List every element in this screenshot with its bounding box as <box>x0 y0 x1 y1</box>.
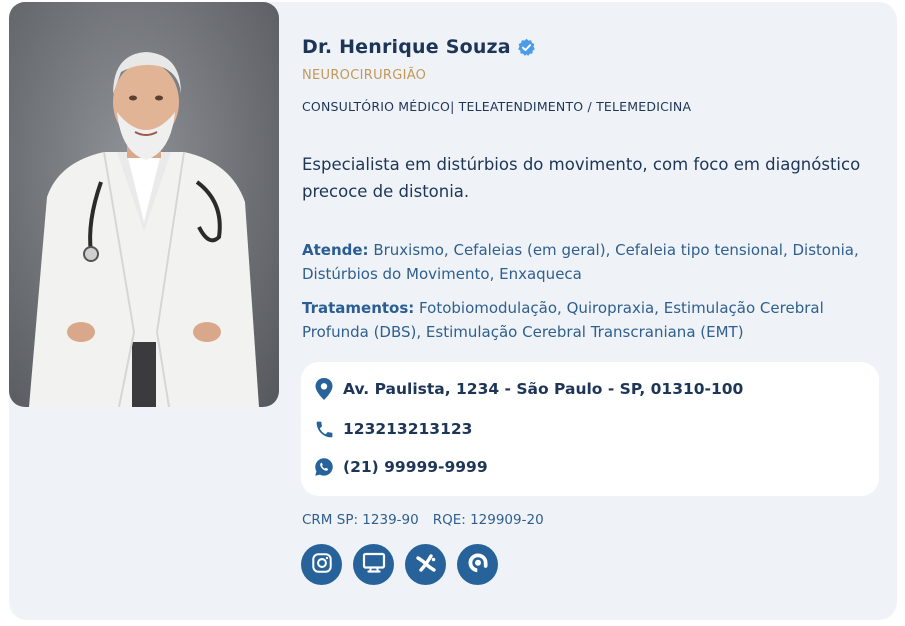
treatments: Tratamentos: Fotobiomodulação, Quiroprax… <box>302 296 862 344</box>
doctor-name: Dr. Henrique Souza <box>302 36 511 58</box>
atende-label: Atende: <box>302 241 369 259</box>
phone-row[interactable]: 123213213123 <box>313 418 472 440</box>
verified-badge-icon <box>517 38 536 57</box>
social-links <box>301 544 509 585</box>
website-icon <box>362 552 386 578</box>
doctor-bio: Especialista em distúrbios do movimento,… <box>302 155 861 201</box>
phone-text: 123213213123 <box>343 420 473 438</box>
instagram-icon <box>311 552 333 578</box>
doctor-photo <box>9 2 279 407</box>
name-row: Dr. Henrique Souza <box>302 36 536 58</box>
location-pin-icon <box>313 378 335 400</box>
crm-number: CRM SP: 1239-90 <box>302 512 419 528</box>
registration-info: CRM SP: 1239-90 RQE: 129909-20 <box>302 512 544 528</box>
service-types: CONSULTÓRIO MÉDICO| TELEATENDIMENTO / TE… <box>302 99 692 114</box>
doctor-specialty: NEUROCIRURGIÃO <box>302 68 427 83</box>
whatsapp-text: (21) 99999-9999 <box>343 458 488 476</box>
contact-box: Av. Paulista, 1234 - São Paulo - SP, 013… <box>301 362 879 496</box>
profile-logo-icon <box>466 551 490 579</box>
address-text: Av. Paulista, 1234 - São Paulo - SP, 013… <box>343 380 744 398</box>
whatsapp-row[interactable]: (21) 99999-9999 <box>313 456 488 478</box>
rqe-number: RQE: 129909-20 <box>432 512 544 528</box>
whatsapp-icon <box>313 456 335 478</box>
doctoralia-button[interactable] <box>405 544 446 585</box>
atende-text: Bruxismo, Cefaleias (em geral), Cefaleia… <box>302 241 859 283</box>
profile-logo-button[interactable] <box>457 544 498 585</box>
website-button[interactable] <box>353 544 394 585</box>
address-row[interactable]: Av. Paulista, 1234 - São Paulo - SP, 013… <box>313 378 743 400</box>
instagram-button[interactable] <box>301 544 342 585</box>
tratamentos-label: Tratamentos: <box>302 299 415 317</box>
phone-icon <box>313 418 335 440</box>
conditions-treated: Atende: Bruxismo, Cefaleias (em geral), … <box>302 238 862 286</box>
doctoralia-icon <box>414 551 438 579</box>
